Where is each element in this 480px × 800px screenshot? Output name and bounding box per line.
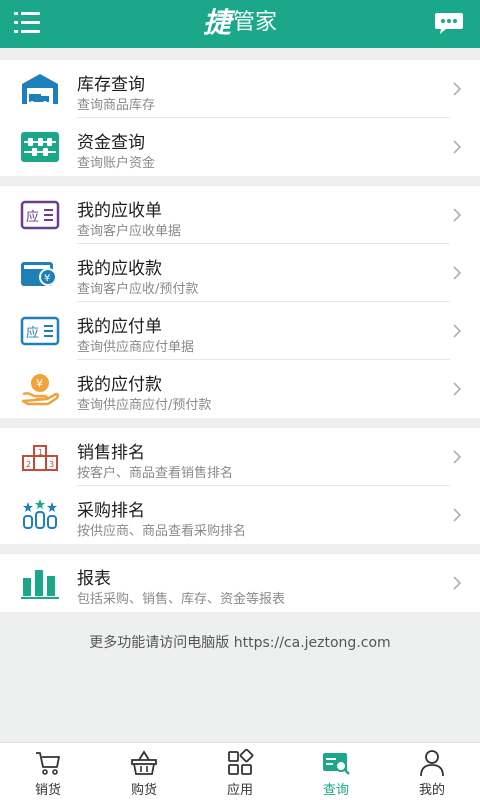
row-title: 库存查询 [77,75,145,95]
tab-label: 查询 [322,783,349,798]
row-subtitle: 包括采购、销售、库存、资金等报表 [77,592,286,607]
row-title: 我的应付款 [77,375,162,395]
svg-text:¥: ¥ [44,273,50,284]
row-title: 我的应收款 [77,259,162,279]
warehouse-icon [22,74,58,105]
svg-text:3: 3 [49,460,54,469]
row-subtitle: 查询客户应收单据 [77,224,182,239]
logo-char: 捷 [202,6,231,39]
tab-label: 销货 [34,783,61,798]
chevron-right-icon [453,382,462,396]
group-rankings: 1 2 3 销售排名 按客户、商品查看销售排名 采购排名 按供应商、商品查看采购… [0,428,480,544]
menu-row-sales-ranking[interactable]: 1 2 3 销售排名 按客户、商品查看销售排名 [0,428,480,486]
menu-row-my-payable-funds[interactable]: ¥ 我的应付款 查询供应商应付/预付款 [0,360,480,418]
title-text: 管家 [233,10,278,35]
chevron-right-icon [453,82,462,96]
row-title: 采购排名 [77,501,145,521]
group-stock-funds: 库存查询 查询商品库存 资金查询 查询账户资金 [0,60,480,176]
app-header: 捷管家 [0,0,480,48]
tab-apps[interactable]: 应用 [192,743,288,800]
tab-query[interactable]: 查询 [288,743,384,800]
bottom-tab-bar: 销货 购货 应用 查询 我的 [0,742,480,800]
menu-row-stock-query[interactable]: 库存查询 查询商品库存 [0,60,480,118]
svg-text:应: 应 [26,325,39,341]
menu-row-reports[interactable]: 报表 包括采购、销售、库存、资金等报表 [0,554,480,612]
row-subtitle: 查询账户资金 [77,156,156,171]
abacus-icon [21,132,59,162]
tab-mine[interactable]: 我的 [384,743,480,800]
tab-purchase[interactable]: 购货 [96,743,192,800]
wallet-yen-icon: ¥ [21,262,57,286]
chevron-right-icon [453,324,462,338]
chat-bubble-icon [435,13,463,34]
row-title: 报表 [77,569,111,589]
tab-label: 购货 [130,783,157,798]
menu-row-funds-query[interactable]: 资金查询 查询账户资金 [0,118,480,176]
chevron-right-icon [453,576,462,590]
svg-text:2: 2 [26,460,31,469]
chevron-right-icon [453,450,462,464]
basket-icon [131,750,157,775]
chevron-right-icon [453,266,462,280]
desktop-version-note: 更多功能请访问电脑版 https://ca.jeztong.com [89,635,391,651]
row-subtitle: 按客户、商品查看销售排名 [77,466,234,481]
cart-icon [36,752,60,775]
hand-coin-icon: ¥ [21,374,60,406]
row-title: 我的应收单 [77,201,162,221]
row-subtitle: 查询供应商应付/预付款 [77,398,212,413]
row-subtitle: 查询商品库存 [77,98,156,113]
menu-row-my-receivable-funds[interactable]: ¥ 我的应收款 查询客户应收/预付款 [0,244,480,302]
query-icon [323,753,350,775]
group-reports: 报表 包括采购、销售、库存、资金等报表 [0,554,480,612]
row-subtitle: 查询供应商应付单据 [77,340,195,355]
payable-doc-icon: 应 [20,316,60,346]
message-button[interactable] [434,12,464,36]
chevron-right-icon [453,140,462,154]
row-title: 销售排名 [77,443,145,463]
svg-text:应: 应 [26,209,39,225]
row-subtitle: 按供应商、商品查看采购排名 [77,524,247,539]
svg-text:¥: ¥ [36,377,43,390]
ranking-stars-icon [23,499,57,529]
row-title: 资金查询 [77,133,145,153]
group-receivables-payables: 应 我的应收单 查询客户应收单据 ¥ 我的应收款 查询客户应收/预付款 应 我的… [0,186,480,418]
row-title: 我的应付单 [77,317,162,337]
tab-label: 我的 [418,783,445,798]
chevron-right-icon [453,208,462,222]
menu-row-my-payable-docs[interactable]: 应 我的应付单 查询供应商应付单据 [0,302,480,360]
menu-row-purchase-ranking[interactable]: 采购排名 按供应商、商品查看采购排名 [0,486,480,544]
svg-text:1: 1 [38,448,43,457]
row-subtitle: 查询客户应收/预付款 [77,282,199,297]
menu-row-my-receivable-docs[interactable]: 应 我的应收单 查询客户应收单据 [0,186,480,244]
tab-label: 应用 [226,783,253,798]
user-icon [420,750,444,777]
chevron-right-icon [453,508,462,522]
apps-grid-icon [228,749,254,775]
podium-icon: 1 2 3 [22,445,58,471]
app-title: 捷管家 [0,0,480,48]
bar-chart-icon [21,570,59,599]
receivable-doc-icon: 应 [20,200,60,230]
tab-sales[interactable]: 销货 [0,743,96,800]
